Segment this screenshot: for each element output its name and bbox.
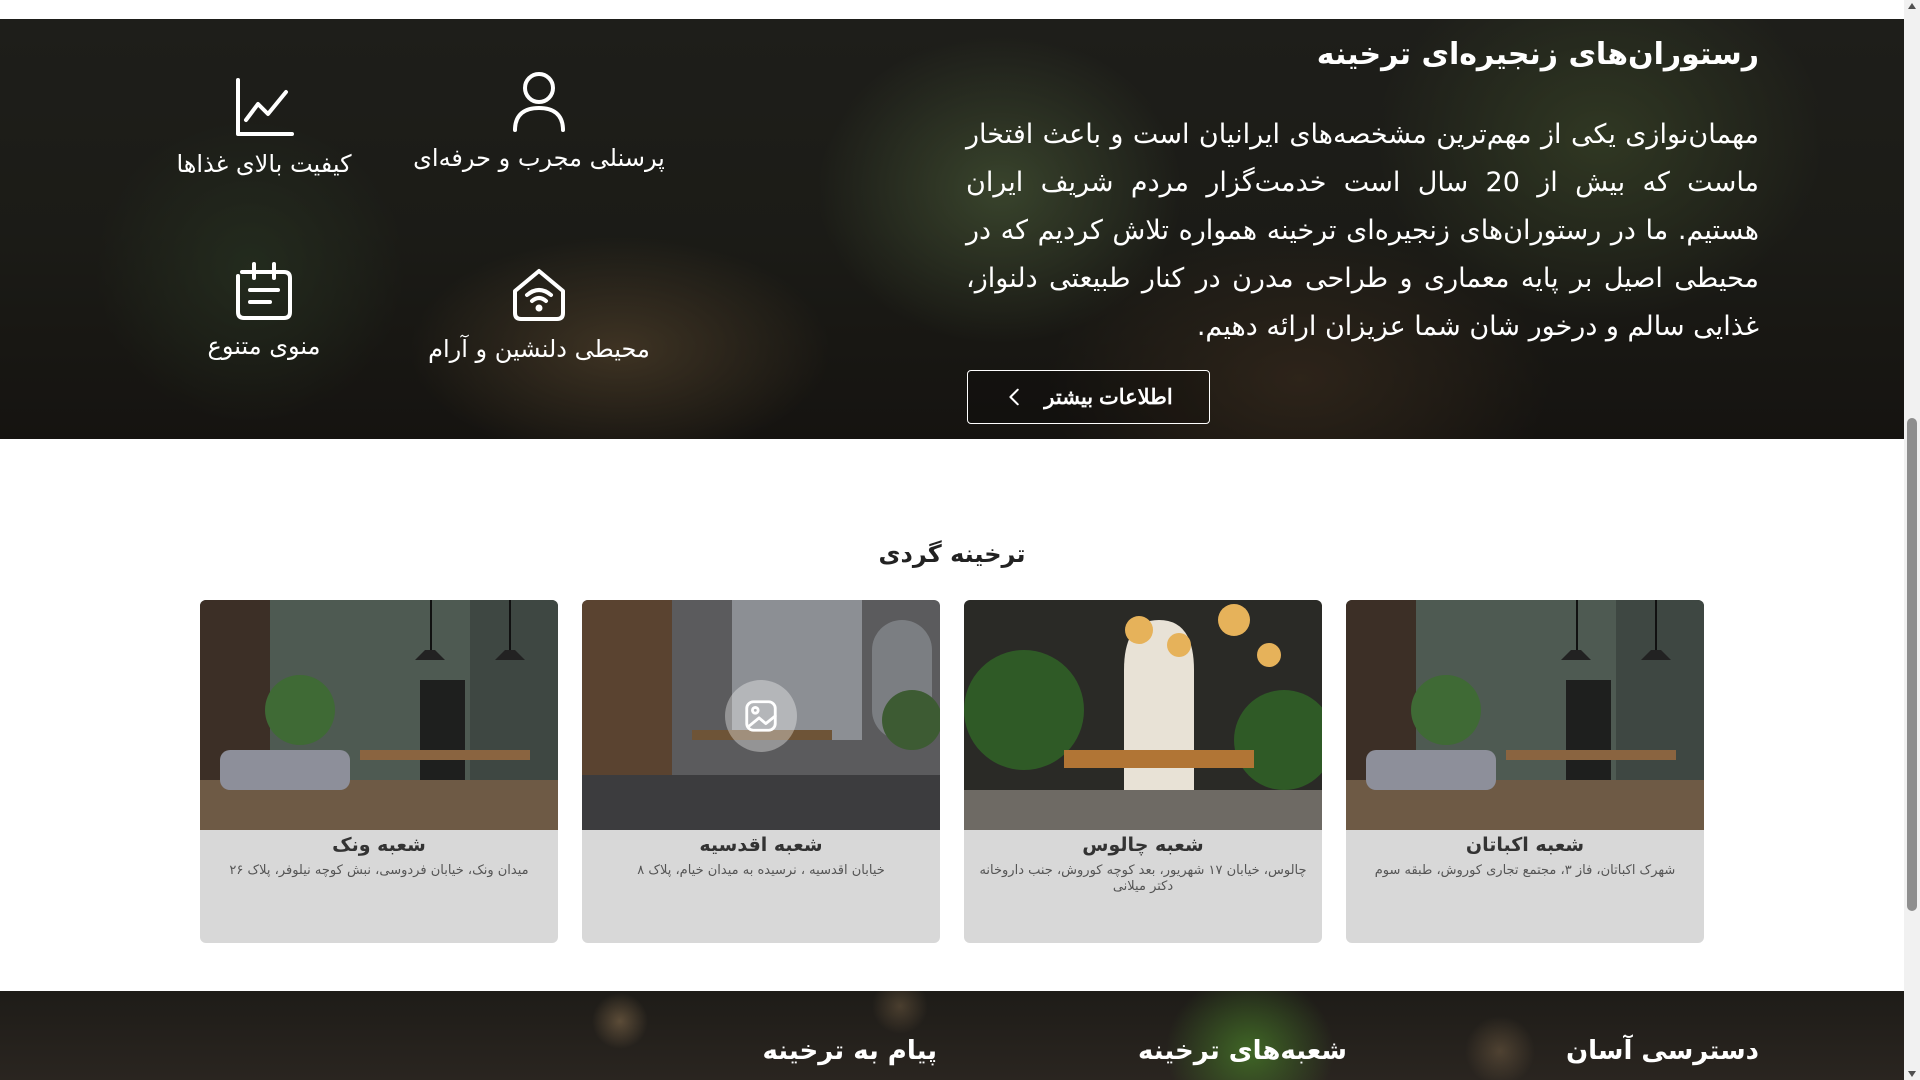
hero-title: رستوران‌های زنجیره‌ای ترخینه (1316, 37, 1759, 72)
scroll-down-arrow[interactable] (1908, 1071, 1916, 1077)
feature-ambience: محیطی دلنشین و آرام (409, 265, 669, 363)
about-hero-section: رستوران‌های زنجیره‌ای ترخینه مهمان‌نوازی… (0, 19, 1904, 439)
feature-menu-label: منوی متنوع (207, 332, 321, 360)
branch-photo (964, 600, 1322, 830)
branch-address: چالوس، خیابان ۱۷ شهریور، بعد کوچه کوروش،… (979, 863, 1307, 894)
vertical-scrollbar[interactable] (1904, 0, 1920, 1080)
scroll-thumb[interactable] (1907, 418, 1917, 911)
footer-heading-branches: شعبه‌های ترخینه (1138, 1036, 1347, 1066)
branch-card-aghdasieh[interactable]: شعبه اقدسیه خیابان اقدسیه ، نرسیده به می… (582, 600, 940, 943)
branch-photo (582, 600, 940, 830)
feature-quality: کیفیت بالای غذاها (134, 76, 394, 178)
more-info-label: اطلاعات بیشتر (1044, 385, 1173, 409)
branch-name: شعبه چالوس (1082, 834, 1204, 856)
branch-name: شعبه اکباتان (1465, 834, 1585, 856)
feature-ambience-label: محیطی دلنشین و آرام (428, 335, 650, 363)
branch-card-ekbatan[interactable]: شعبه اکباتان شهرک اکباتان، فاز ۳، مجتمع … (1346, 600, 1704, 943)
menu-board-icon (236, 262, 292, 320)
branch-address: شهرک اکباتان، فاز ۳، مجتمع تجاری کوروش، … (1374, 863, 1676, 878)
image-icon (745, 700, 777, 732)
feature-quality-label: کیفیت بالای غذاها (176, 150, 352, 178)
branch-card-vanak[interactable]: شعبه ونک میدان ونک، خیابان فردوسی، نبش ک… (200, 600, 558, 943)
chart-line-icon (236, 78, 294, 136)
feature-staff: پرسنلی مجرب و حرفه‌ای (409, 70, 669, 172)
branch-card-chalus[interactable]: شعبه چالوس چالوس، خیابان ۱۷ شهریور، بعد … (964, 600, 1322, 943)
feature-staff-label: پرسنلی مجرب و حرفه‌ای (413, 144, 665, 172)
user-icon (513, 72, 565, 132)
footer-heading-message: پیام به ترخینه (762, 1036, 938, 1066)
branch-address: میدان ونک، خیابان فردوسی، نبش کوچه نیلوف… (229, 863, 529, 878)
feature-menu: منوی متنوع (134, 260, 394, 360)
footer-heading-easy-access: دسترسی آسان (1565, 1036, 1759, 1066)
branch-photo (200, 600, 558, 830)
tour-section-title: ترخینه گردی (878, 540, 1026, 568)
branch-name: شعبه ونک (332, 834, 426, 856)
branch-name: شعبه اقدسیه (699, 834, 823, 856)
scroll-up-arrow[interactable] (1908, 3, 1916, 9)
page: رستوران‌های زنجیره‌ای ترخینه مهمان‌نوازی… (0, 0, 1904, 1080)
chevron-left-icon (1009, 388, 1020, 406)
gallery-badge[interactable] (725, 680, 797, 752)
footer: دسترسی آسان شعبه‌های ترخینه پیام به ترخی… (0, 991, 1904, 1080)
branch-photo (1346, 600, 1704, 830)
home-wifi-icon (513, 269, 565, 321)
more-info-button[interactable]: اطلاعات بیشتر (967, 370, 1210, 424)
hero-paragraph: مهمان‌نوازی یکی از مهم‌ترین مشخصه‌های ای… (966, 119, 1760, 342)
branch-address: خیابان اقدسیه ، نرسیده به میدان خیام، پل… (637, 863, 885, 878)
top-strip (0, 0, 1904, 19)
